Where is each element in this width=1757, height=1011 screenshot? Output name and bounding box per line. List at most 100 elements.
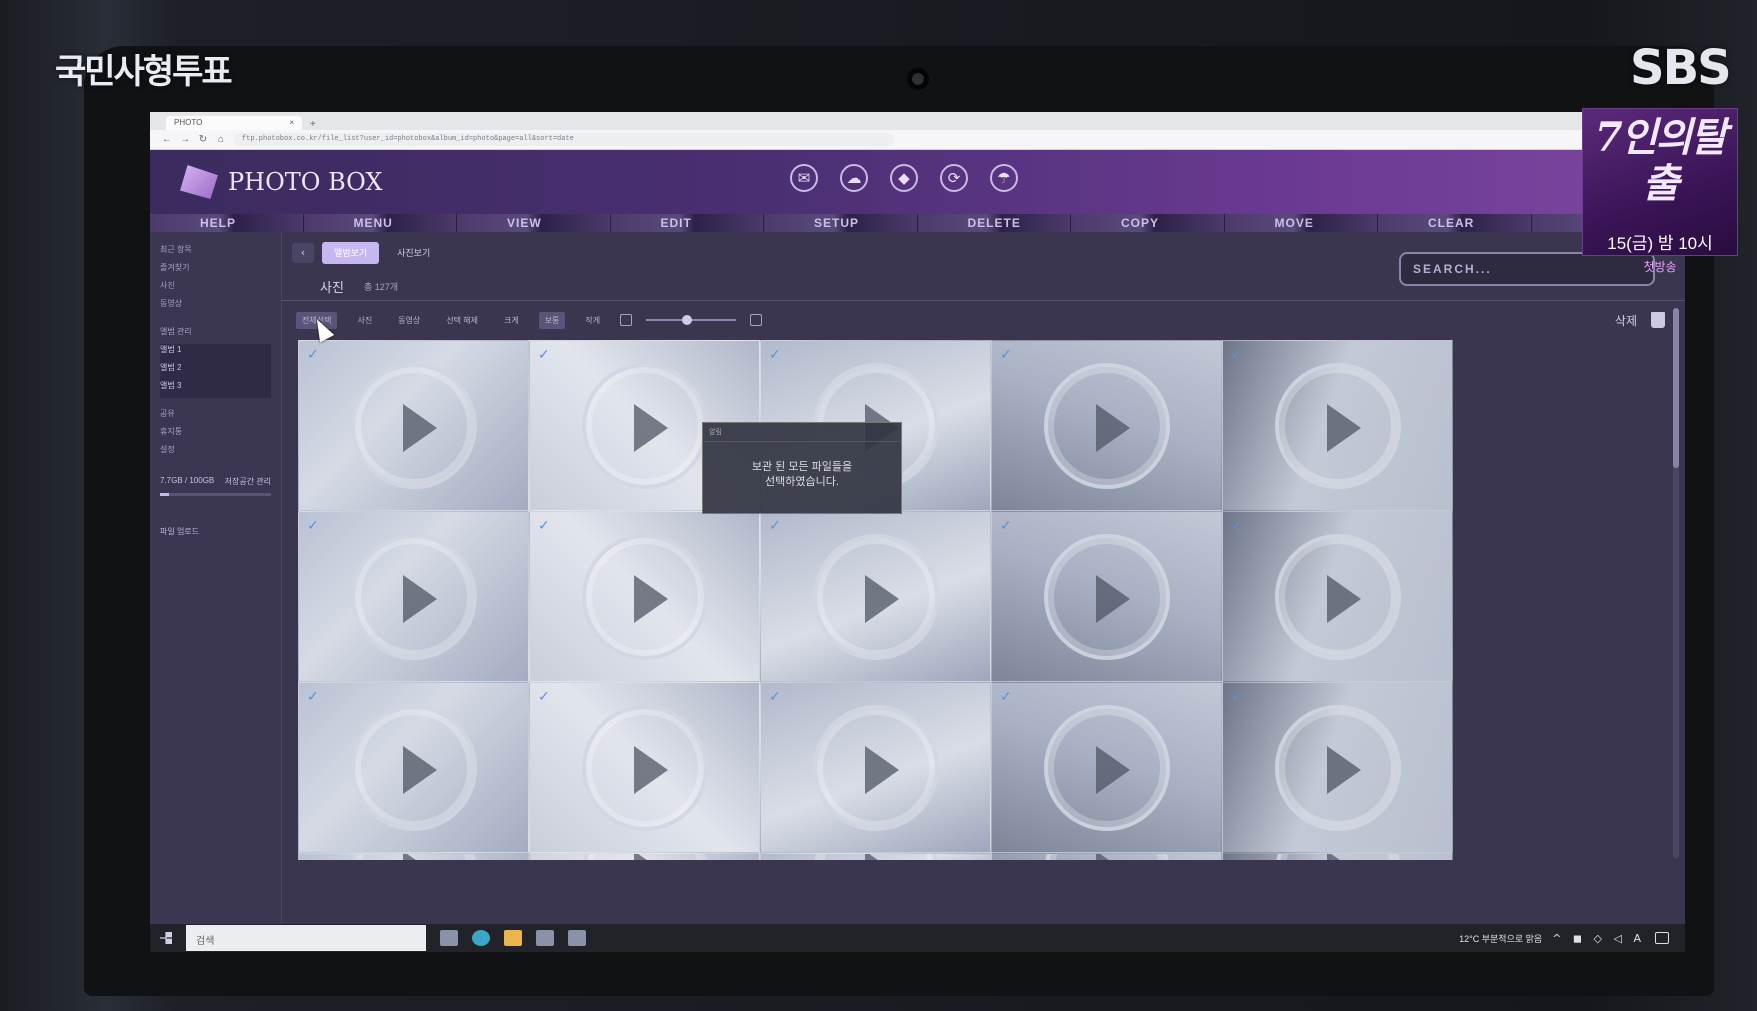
sidebar-item-videos[interactable]: 동영상	[160, 298, 271, 316]
back-button[interactable]: ‹	[292, 243, 314, 263]
deselect-button[interactable]: 선택 해제	[440, 312, 484, 329]
menu-setup[interactable]: SETUP	[764, 214, 918, 232]
play-icon[interactable]	[581, 362, 708, 489]
tab-photo-view[interactable]: 사진보기	[387, 242, 440, 264]
video-thumbnail[interactable]: ✓	[991, 340, 1222, 511]
checkmark-icon[interactable]: ✓	[769, 519, 785, 533]
sidebar-item-albums[interactable]: 앨범 관리	[160, 326, 271, 344]
video-thumbnail[interactable]: ✓	[1222, 853, 1453, 860]
menu-move[interactable]: MOVE	[1224, 214, 1378, 232]
checkmark-icon[interactable]: ✓	[1231, 348, 1247, 362]
play-icon[interactable]	[812, 533, 939, 660]
store-icon[interactable]	[536, 930, 554, 946]
upload-link[interactable]: 파일 업로드	[160, 526, 271, 537]
checkmark-icon[interactable]: ✓	[769, 348, 785, 362]
play-icon[interactable]	[581, 533, 708, 660]
mail-app-icon[interactable]	[568, 930, 586, 946]
task-view-icon[interactable]	[440, 930, 458, 946]
play-icon[interactable]	[1043, 362, 1170, 489]
zoom-slider[interactable]	[646, 315, 737, 325]
cloud-download-icon[interactable]: ☂	[990, 164, 1018, 192]
checkmark-icon[interactable]: ✓	[1000, 519, 1016, 533]
trash-icon[interactable]	[1651, 312, 1665, 328]
video-thumbnail[interactable]: ✓	[298, 682, 529, 853]
notification-icon[interactable]	[1655, 932, 1669, 944]
sidebar-item-album-3[interactable]: 앨범 3	[160, 380, 271, 398]
sync-icon[interactable]: ⟳	[940, 164, 968, 192]
video-thumbnail[interactable]: ✓	[760, 853, 991, 860]
sidebar-item-album-1[interactable]: 앨범 1	[160, 344, 271, 362]
edge-browser-icon[interactable]	[472, 930, 490, 946]
sidebar-item-favorites[interactable]: 즐겨찾기	[160, 262, 271, 280]
menu-clear[interactable]: CLEAR	[1378, 214, 1532, 232]
menu-view[interactable]: VIEW	[457, 214, 611, 232]
play-icon[interactable]	[812, 854, 939, 860]
sidebar-item-settings[interactable]: 설정	[160, 444, 271, 462]
video-thumbnail[interactable]: ✓	[991, 682, 1222, 853]
checkmark-icon[interactable]: ✓	[769, 690, 785, 704]
menu-edit[interactable]: EDIT	[610, 214, 764, 232]
video-thumbnail[interactable]: ✓	[298, 340, 529, 511]
play-icon[interactable]	[581, 854, 708, 860]
play-icon[interactable]	[1274, 362, 1401, 489]
file-explorer-icon[interactable]	[504, 930, 522, 946]
play-icon[interactable]	[350, 704, 477, 831]
play-icon[interactable]	[1043, 854, 1170, 860]
video-thumbnail[interactable]: ✓	[991, 853, 1222, 860]
checkmark-icon[interactable]: ✓	[307, 519, 323, 533]
video-thumbnail[interactable]: ✓	[1222, 511, 1453, 682]
checkmark-icon[interactable]: ✓	[538, 519, 554, 533]
browser-tab[interactable]: PHOTO ×	[166, 116, 302, 130]
video-thumbnail[interactable]: ✓	[298, 853, 529, 860]
weather-widget[interactable]: 12°C 부분적으로 맑음	[1459, 932, 1542, 945]
size-large-button[interactable]: 크게	[498, 312, 525, 329]
close-icon[interactable]: ×	[289, 118, 294, 128]
checkmark-icon[interactable]: ✓	[1231, 519, 1247, 533]
scrollbar[interactable]	[1673, 308, 1679, 858]
video-thumbnail[interactable]: ✓	[529, 853, 760, 860]
forward-arrow-icon[interactable]: →	[180, 134, 190, 145]
tab-album-view[interactable]: 앨범보기	[322, 242, 380, 264]
checkmark-icon[interactable]: ✓	[1000, 690, 1016, 704]
checkmark-icon[interactable]: ✓	[538, 348, 554, 362]
home-icon[interactable]: ⌂	[216, 134, 226, 145]
scrollbar-thumb[interactable]	[1673, 308, 1679, 468]
play-icon[interactable]	[1043, 704, 1170, 831]
sidebar-item-recent[interactable]: 최근 항목	[160, 244, 271, 262]
play-icon[interactable]	[350, 533, 477, 660]
video-thumbnail[interactable]: ✓	[760, 682, 991, 853]
play-icon[interactable]	[1274, 854, 1401, 860]
checkmark-icon[interactable]: ✓	[1231, 690, 1247, 704]
size-medium-button[interactable]: 보통	[538, 311, 566, 329]
video-thumbnail[interactable]: ✓	[1222, 340, 1453, 511]
play-icon[interactable]	[812, 704, 939, 831]
reload-icon[interactable]: ↻	[198, 134, 208, 145]
url-field[interactable]: ftp.photobox.co.kr/file_list?user_id=pho…	[234, 133, 894, 146]
checkmark-icon[interactable]: ✓	[307, 690, 323, 704]
sidebar-item-album-2[interactable]: 앨범 2	[160, 362, 271, 380]
play-icon[interactable]	[1043, 533, 1170, 660]
play-icon[interactable]	[1274, 704, 1401, 831]
play-icon[interactable]	[350, 362, 477, 489]
zoom-in-icon[interactable]	[750, 314, 763, 326]
menu-menu[interactable]: MENU	[303, 214, 457, 232]
video-thumbnail[interactable]: ✓	[1222, 682, 1453, 853]
mail-icon[interactable]: ✉	[790, 164, 818, 192]
new-tab-button[interactable]: +	[310, 119, 316, 130]
menu-help[interactable]: HELP	[150, 214, 304, 232]
video-thumbnail[interactable]: ✓	[529, 682, 760, 853]
delete-label[interactable]: 삭제	[1615, 312, 1637, 329]
zoom-slider-handle[interactable]	[682, 315, 693, 325]
filter-video-button[interactable]: 동영상	[392, 312, 426, 329]
play-icon[interactable]	[1274, 533, 1401, 660]
checkmark-icon[interactable]: ✓	[307, 348, 323, 362]
menu-delete[interactable]: DELETE	[917, 214, 1071, 232]
back-arrow-icon[interactable]: ←	[162, 134, 172, 145]
video-thumbnail[interactable]: ✓	[991, 511, 1222, 682]
windows-start-icon[interactable]	[160, 932, 172, 944]
video-thumbnail[interactable]: ✓	[298, 511, 529, 682]
video-thumbnail[interactable]: ✓	[529, 511, 760, 682]
filter-photo-button[interactable]: 사진	[351, 312, 378, 329]
size-small-button[interactable]: 작게	[579, 312, 606, 329]
tray-icons[interactable]: ^ ◼ ◇ ◁ A	[1552, 932, 1645, 945]
